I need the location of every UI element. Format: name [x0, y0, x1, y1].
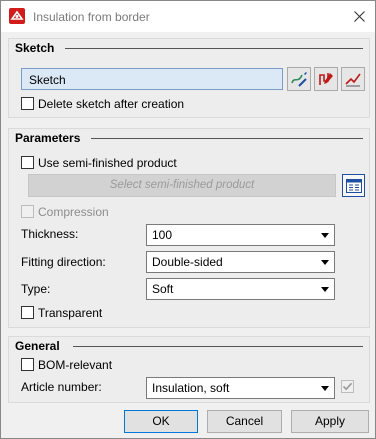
article-number-value: Insulation, soft [152, 381, 230, 395]
chevron-down-icon [321, 233, 329, 238]
pick-sketch-button[interactable] [287, 67, 311, 91]
edit-sketch-icon [319, 73, 333, 85]
chevron-down-icon [321, 260, 329, 265]
compression-label: Compression [38, 205, 109, 219]
article-number-combo[interactable]: Insulation, soft [146, 377, 335, 399]
bom-relevant-label: BOM-relevant [38, 358, 113, 372]
cancel-button[interactable]: Cancel [207, 410, 282, 433]
thickness-value: 100 [152, 228, 173, 242]
semi-finished-checkbox[interactable] [21, 156, 34, 169]
thickness-label: Thickness: [21, 227, 79, 241]
semi-finished-label: Use semi-finished product [38, 156, 177, 170]
window-title: Insulation from border [33, 10, 150, 24]
catalog-button[interactable] [342, 174, 365, 197]
profile-icon [345, 73, 361, 87]
article-number-checkbox[interactable] [341, 380, 354, 393]
edit-sketch-button[interactable] [314, 67, 338, 91]
parameters-section: Parameters Use semi-finished product Sel… [8, 128, 370, 328]
general-section: General BOM-relevant Article number: Ins… [8, 336, 370, 403]
fitting-direction-combo[interactable]: Double-sided [146, 251, 335, 273]
fitting-direction-value: Double-sided [152, 255, 223, 269]
title-bar: Insulation from border [1, 1, 375, 32]
thickness-combo[interactable]: 100 [146, 224, 335, 246]
chevron-down-icon [321, 386, 329, 391]
sketch-section: Sketch Sketch Delete sketch after creati… [8, 38, 370, 118]
delete-sketch-label: Delete sketch after creation [38, 97, 185, 111]
app-icon [9, 8, 25, 24]
transparent-label: Transparent [38, 306, 103, 320]
general-heading: General [15, 339, 60, 353]
chevron-down-icon [321, 287, 329, 292]
close-button[interactable] [343, 1, 375, 32]
bom-relevant-checkbox[interactable] [21, 358, 34, 371]
article-number-label: Article number: [21, 380, 102, 394]
apply-button[interactable]: Apply [291, 410, 369, 433]
sketch-field[interactable]: Sketch [21, 68, 283, 90]
catalog-icon [345, 178, 362, 193]
profile-button[interactable] [341, 67, 365, 91]
checkmark-icon [342, 382, 353, 391]
delete-sketch-checkbox[interactable] [21, 97, 34, 110]
type-combo[interactable]: Soft [146, 278, 335, 300]
pick-sketch-icon [291, 72, 307, 87]
compression-checkbox[interactable] [21, 205, 34, 218]
sketch-heading: Sketch [15, 41, 55, 55]
type-label: Type: [21, 282, 51, 296]
dialog-window: Insulation from border Sketch Sketch Del… [0, 0, 376, 439]
sketch-divider [65, 48, 363, 49]
select-semi-finished-button[interactable]: Select semi-finished product [28, 174, 336, 197]
close-icon [353, 11, 365, 22]
sketch-field-value: Sketch [29, 73, 66, 87]
parameters-heading: Parameters [15, 131, 81, 145]
general-divider [73, 346, 363, 347]
ok-button[interactable]: OK [124, 410, 198, 433]
parameters-divider [91, 138, 363, 139]
fitting-direction-label: Fitting direction: [21, 255, 106, 269]
type-value: Soft [152, 282, 174, 296]
transparent-checkbox[interactable] [21, 306, 34, 319]
